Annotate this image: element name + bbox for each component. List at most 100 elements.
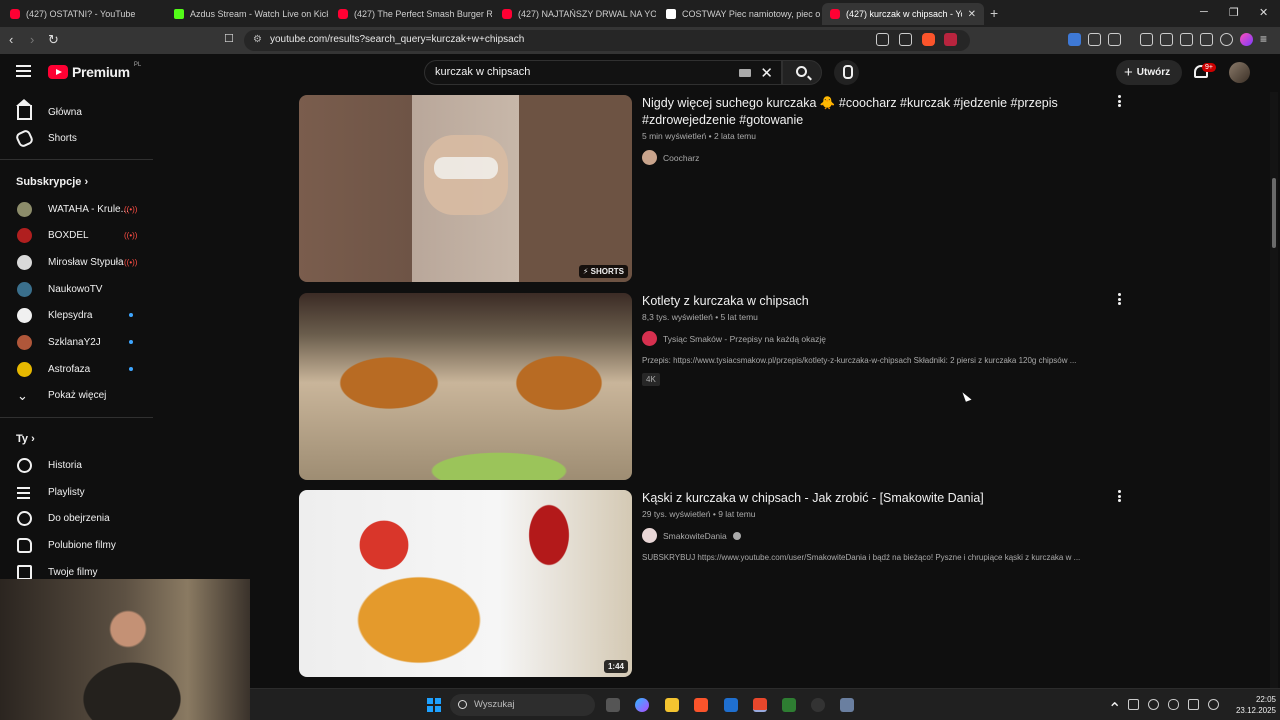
file-explorer-icon[interactable] [665,698,679,712]
video-thumbnail[interactable]: ⚡ SHORTS [299,95,632,282]
search-icon [796,66,807,77]
video-title[interactable]: Kąski z kurczaka w chipsach - Jak zrobić… [642,490,1122,507]
more-actions-icon[interactable] [1118,95,1122,109]
sidebar-item-subscription[interactable]: Astrofaza [0,356,160,382]
channel-row[interactable]: Tysiąc Smaków - Przepisy na każdą okazję [642,331,1122,346]
taskbar-clock[interactable]: 22:05 23.12.2025 [1226,694,1276,716]
tray-mic-icon[interactable] [1168,699,1179,710]
sidebar-item-playlists[interactable]: Playlisty [0,479,160,505]
sidebar-item-history[interactable]: Historia [0,452,160,478]
tab-title: Azdus Stream - Watch Live on Kick [190,9,328,19]
minecraft-icon[interactable] [782,698,796,712]
forward-icon[interactable]: › [30,32,34,47]
tray-volume-icon[interactable] [1208,699,1219,710]
calculator-icon[interactable] [840,698,854,712]
video-title[interactable]: Kotlety z kurczaka w chipsach [642,293,1122,310]
sidebar-item-subscription[interactable]: Klepsydra [0,302,160,328]
sidebar-item-subscription[interactable]: Mirosław Stypuła ((•)) [0,249,160,275]
wallet-icon[interactable] [1180,33,1193,46]
cast-icon[interactable] [876,33,889,46]
music-icon[interactable] [1140,33,1153,46]
sidebar-item-subscription[interactable]: NaukowoTV [0,276,160,302]
close-tab-icon[interactable]: ✕ [968,9,976,20]
you-heading[interactable]: Ty › [16,433,35,445]
show-more-button[interactable]: ⌄ Pokaż więcej [0,382,160,408]
menu-icon[interactable]: ≡ [1260,32,1267,46]
share-icon[interactable] [899,33,912,46]
scrollbar-thumb[interactable] [1272,178,1276,248]
tray-chevron-icon[interactable]: ⌃ [1108,699,1121,718]
restore-icon[interactable]: ❐ [1229,6,1239,19]
search-result[interactable]: 1:44 Kąski z kurczaka w chipsach - Jak z… [299,490,1139,677]
tab-search-icon[interactable] [1108,33,1121,46]
youtube-premium-logo[interactable]: Premium PL [48,62,141,80]
video-thumbnail[interactable] [299,293,632,480]
watch-later-icon [17,510,32,526]
sidebar-item-liked[interactable]: Polubione filmy [0,532,160,558]
channel-row[interactable]: Coocharz [642,150,1122,165]
channel-row[interactable]: SmakowiteDania [642,528,1122,543]
video-description: SUBSKRYBUJ https://www.youtube.com/user/… [642,553,1081,562]
video-thumbnail[interactable]: 1:44 [299,490,632,677]
brave-shields-icon[interactable] [922,33,935,46]
profile-icon[interactable] [1240,33,1253,46]
channel-avatar [642,331,657,346]
sidebar-item-subscription[interactable]: WATAHA - Krule... ((•)) [0,196,160,222]
vpn-icon[interactable] [1220,33,1233,46]
extensions-puzzle-icon[interactable] [1088,33,1101,46]
clear-search-icon[interactable]: ✕ [760,64,773,82]
channel-avatar [17,254,32,270]
reload-icon[interactable]: ↻ [48,32,59,48]
browser-tab[interactable]: COSTWAY Piec namiotowy, piec opal [658,3,820,25]
search-result[interactable]: Kotlety z kurczaka w chipsach 8,3 tys. w… [299,293,1139,480]
account-avatar[interactable] [1229,62,1250,83]
brave-active-icon[interactable] [753,698,767,712]
browser-tab[interactable]: (427) OSTATNI? - YouTube [2,3,164,25]
obs-icon[interactable] [811,698,825,712]
browser-tab[interactable]: (427) The Perfect Smash Burger Recip [330,3,492,25]
hamburger-menu-icon[interactable] [16,65,31,77]
browser-tab[interactable]: (427) NAJTAŃSZY DRWAL NA YOUTU [494,3,656,25]
leo-ai-icon[interactable] [1200,33,1213,46]
tab-title: (427) The Perfect Smash Burger Recip [354,9,492,19]
close-window-icon[interactable]: ✕ [1259,6,1268,19]
new-tab-button[interactable]: + [990,5,998,21]
create-button[interactable]: + Utwórz [1116,60,1182,85]
search-button[interactable] [782,60,822,85]
bookmark-icon[interactable]: ☐ [224,32,234,45]
voice-search-button[interactable] [834,60,859,85]
subscriptions-heading[interactable]: Subskrypcje › [16,176,88,188]
store-icon[interactable] [724,698,738,712]
sidebar-item-shorts[interactable]: Shorts [0,125,160,151]
back-icon[interactable]: ‹ [9,32,13,47]
keyboard-icon[interactable] [739,69,751,77]
more-actions-icon[interactable] [1118,490,1122,504]
search-input[interactable]: kurczak w chipsach ✕ [424,60,782,85]
tray-cloud-icon[interactable] [1148,699,1159,710]
task-view-icon[interactable] [606,698,620,712]
windows-start-icon[interactable] [427,698,441,712]
tray-sync-icon[interactable] [1128,699,1139,710]
sidebar-icon[interactable] [1160,33,1173,46]
subscriptions-heading-label: Subskrypcje [16,176,82,188]
sidebar-item-home[interactable]: Główna [0,98,160,125]
page-scrollbar[interactable] [1270,92,1278,688]
taskbar-search-input[interactable]: Wyszukaj [450,694,595,716]
sidebar-item-subscription[interactable]: SzklanaY2J [0,329,160,355]
browser-tab-active[interactable]: (427) kurczak w chipsach - YouTu ✕ [822,3,984,25]
brave-browser-icon[interactable] [694,698,708,712]
more-actions-icon[interactable] [1118,293,1122,307]
minimize-icon[interactable]: ─ [1200,6,1208,18]
sidebar-item-subscription[interactable]: BOXDEL ((•)) [0,222,160,248]
site-settings-icon[interactable]: ⚙ [253,34,262,45]
browser-tab[interactable]: Azdus Stream - Watch Live on Kick [166,3,328,25]
search-result[interactable]: ⚡ SHORTS Nigdy więcej suchego kurczaka 🐥… [299,95,1139,282]
video-title[interactable]: Nigdy więcej suchego kurczaka 🐥 #coochar… [642,95,1122,129]
address-bar[interactable]: ⚙ youtube.com/results?search_query=kurcz… [244,30,970,51]
brave-rewards-icon[interactable] [944,33,957,46]
extension-icon[interactable] [1068,33,1081,46]
screen: (427) OSTATNI? - YouTube Azdus Stream - … [0,0,1280,720]
copilot-icon[interactable] [635,698,649,712]
tray-display-icon[interactable] [1188,699,1199,710]
sidebar-item-watch-later[interactable]: Do obejrzenia [0,505,160,531]
